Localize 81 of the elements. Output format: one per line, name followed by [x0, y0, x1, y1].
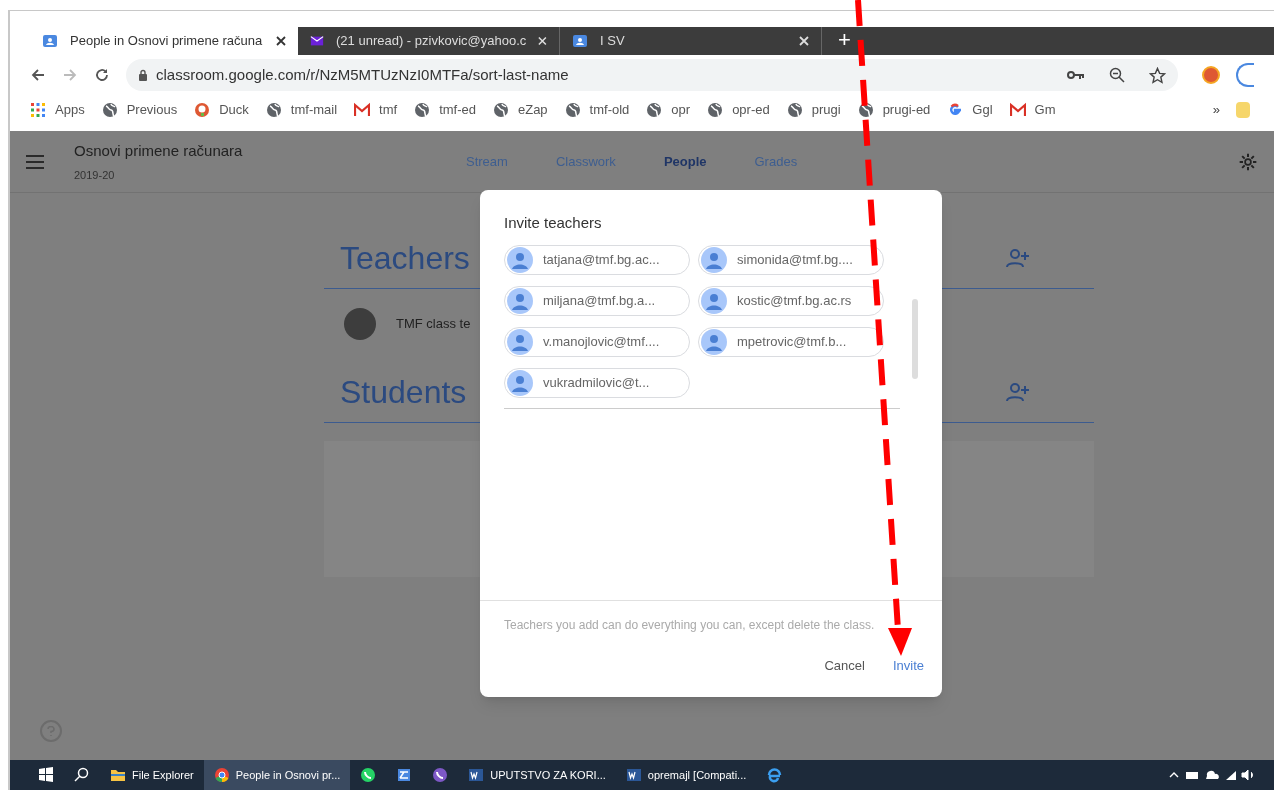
chrome-icon: [213, 767, 230, 783]
course-year: 2019-20: [74, 167, 116, 183]
reload-icon[interactable]: [94, 67, 110, 83]
zoom-out-icon[interactable]: [1109, 67, 1125, 83]
document-icon: [468, 767, 485, 783]
new-tab-button[interactable]: +: [822, 27, 867, 55]
cancel-button[interactable]: Cancel: [816, 648, 873, 684]
person-avatar-icon: [701, 328, 727, 355]
taskbar-button[interactable]: People in Osnovi pr...: [203, 760, 351, 790]
key-icon[interactable]: [1067, 70, 1085, 80]
invite-field[interactable]: tatjana@tmf.bg.ac... simonida@tmf.bg.... miljana@tmf.bg.a... kostic@tmf.bg.ac.rs v.manojlovic@tmf.... mpetrovic@tmf.b... vukradmilovic@t...: [504, 242, 900, 409]
teacher-name: TMF class te: [396, 315, 471, 334]
globe-icon: [492, 102, 509, 118]
phone-bubble-icon: [432, 767, 449, 783]
person-avatar-icon: [507, 287, 533, 314]
document-icon: [625, 767, 642, 783]
more-bookmarks-button[interactable]: »: [1212, 100, 1220, 120]
browser-tab[interactable]: (21 unread) - pzivkovic@yahoo.c: [298, 27, 560, 55]
globe-icon: [707, 102, 724, 118]
bookmark-item[interactable]: tmf-old: [564, 100, 630, 120]
globe-icon: [414, 102, 431, 118]
bookmark-item[interactable]: Gm: [1009, 100, 1056, 120]
person-avatar-icon: [507, 246, 533, 273]
browser-e-icon: [766, 767, 783, 783]
person-avatar-icon: [507, 328, 533, 355]
person-avatar-icon: [507, 369, 533, 396]
tab-title: I SV: [600, 32, 626, 51]
globe-icon: [646, 102, 663, 118]
taskbar-button[interactable]: opremajl [Compati...: [615, 760, 757, 790]
bookmark-item[interactable]: prugi-ed: [857, 100, 931, 120]
section-heading: Teachers: [340, 238, 470, 278]
google-g-icon: [947, 102, 964, 118]
back-icon[interactable]: [30, 67, 46, 83]
taskbar-button[interactable]: File Explorer: [100, 760, 204, 790]
url-text: classroom.google.com/r/NzM5MTUzNzI0MTFa/sort-last-name: [156, 64, 570, 85]
globe-icon: [857, 102, 874, 118]
tab-title: (21 unread) - pzivkovic@yahoo.c: [336, 32, 527, 51]
menu-icon[interactable]: [26, 154, 44, 169]
apps-grid-icon: [30, 102, 46, 118]
duck-icon: [194, 102, 211, 118]
address-bar[interactable]: classroom.google.com/r/NzM5MTUzNzI0MTFa/sort-last-name: [126, 59, 1178, 91]
lock-icon: [138, 69, 148, 81]
dialog-title: Invite teachers: [504, 213, 603, 233]
bookmark-item[interactable]: Apps: [30, 100, 85, 120]
folder-icon: [110, 767, 126, 783]
bookmark-item[interactable]: opr-ed: [707, 100, 770, 120]
globe-icon: [564, 102, 581, 118]
extension-icon[interactable]: [1202, 66, 1220, 84]
settings-icon[interactable]: [1238, 151, 1258, 172]
classroom-icon: [572, 33, 588, 49]
bookmark-item[interactable]: Ggl: [947, 100, 993, 120]
bookmark-item[interactable]: eZap: [492, 100, 548, 120]
globe-icon: [786, 102, 803, 118]
search-icon: [74, 767, 90, 783]
bookmark-item[interactable]: Duck: [194, 100, 249, 120]
globe-icon: [265, 102, 282, 118]
bookmark-item[interactable]: Previous: [101, 100, 178, 120]
scrollbar[interactable]: [912, 298, 918, 379]
section-heading: Students: [340, 372, 467, 412]
dialog-note: Teachers you add can do everything you can, except delete the class.: [504, 617, 876, 634]
invite-button[interactable]: Invite: [884, 648, 932, 684]
bookmark-item[interactable]: tmf-ed: [414, 100, 476, 120]
tab-title: People in Osnovi primene računa: [70, 32, 264, 51]
taskbar-button[interactable]: UPUTSTVO ZA KORI...: [458, 760, 616, 790]
person-avatar-icon: [701, 246, 727, 273]
bookmark-item[interactable]: tmf-mail: [265, 100, 338, 120]
avatar-icon: [344, 308, 376, 340]
profile-avatar[interactable]: [1236, 63, 1254, 87]
star-icon[interactable]: [1149, 66, 1166, 84]
chat-bubble-icon: [360, 767, 377, 783]
windows-icon: [38, 767, 54, 783]
bookmark-item[interactable]: tmf: [354, 100, 398, 120]
classroom-icon: [42, 33, 58, 49]
scanner-icon: [396, 767, 413, 783]
gmail-icon: [354, 102, 371, 118]
bookmark-item[interactable]: prugi: [786, 100, 841, 120]
gmail-icon: [1009, 102, 1026, 118]
close-icon[interactable]: [276, 36, 286, 46]
person-avatar-icon: [701, 287, 727, 314]
globe-icon: [101, 102, 118, 118]
bookmark-item[interactable]: opr: [646, 100, 691, 120]
